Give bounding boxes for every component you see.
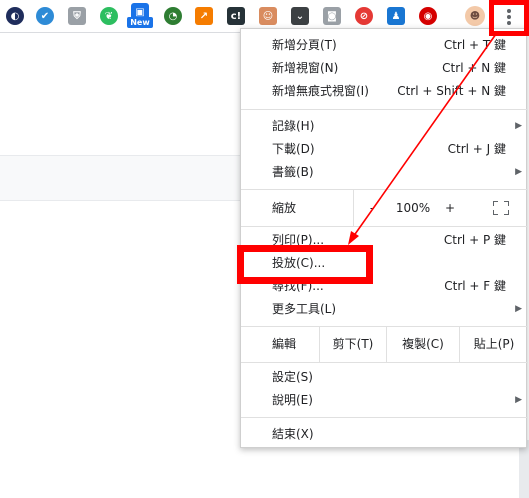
pointer-arrow [348, 33, 497, 245]
arrow-line [352, 33, 497, 238]
arrow-head [348, 231, 359, 245]
